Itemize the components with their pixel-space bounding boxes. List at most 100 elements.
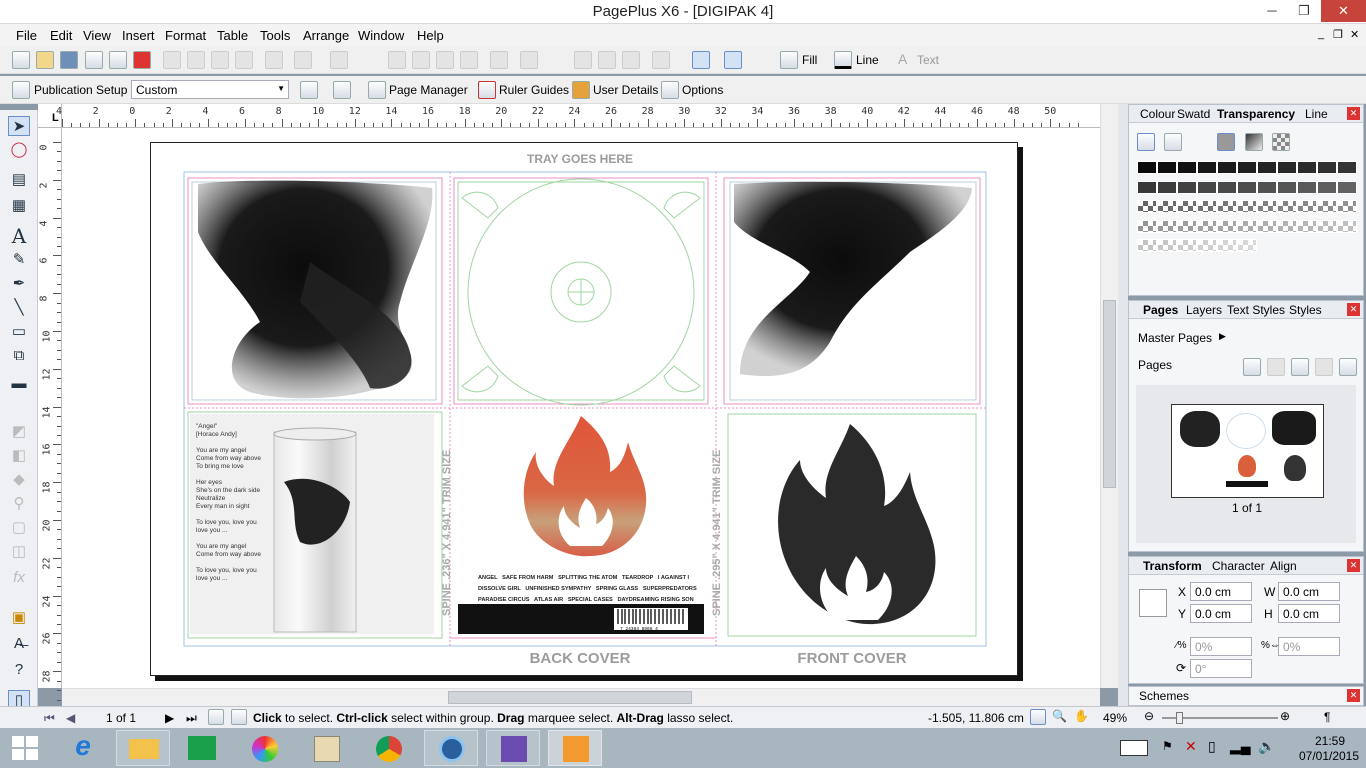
tab-align[interactable]: Align [1270,559,1297,573]
keyboard-icon[interactable] [1120,740,1148,756]
text-tool-icon[interactable]: A [8,226,30,246]
transparency-swatch[interactable] [1157,239,1177,252]
zoom-in-icon[interactable]: ⊕ [1280,709,1290,723]
volume-icon[interactable]: 🔈 [1258,738,1275,755]
vertical-ruler[interactable]: 0 2 4 6 8 10 12 14 16 18 20 22 24 26 28 [38,128,62,701]
photo-app-icon[interactable] [238,730,292,766]
redo-icon[interactable] [330,51,348,69]
picture-tool-icon[interactable]: ▬ [8,374,30,394]
send-back-icon[interactable] [460,51,478,69]
tab-layers[interactable]: Layers [1186,303,1222,317]
doc-restore-button[interactable]: ❐ [1333,28,1343,41]
movie-maker-icon[interactable] [486,730,540,766]
user-details-button[interactable]: User Details [593,83,658,97]
transparency-swatch[interactable] [1297,219,1317,233]
transparency-swatch[interactable] [1317,180,1337,194]
page-thumbnail[interactable] [1171,404,1324,498]
tab-colour[interactable]: Colour [1140,107,1175,121]
vertical-scroll-thumb[interactable] [1103,300,1116,488]
3d-tool-icon[interactable]: ◫ [8,542,30,562]
next-page-icon[interactable]: ▶ [165,711,174,725]
close-icon[interactable]: ✕ [1347,559,1360,572]
gradient-transparency-icon[interactable] [1245,133,1263,151]
envelope-tool-icon[interactable]: ⚲ [8,494,30,514]
horizontal-scroll-thumb[interactable] [448,691,692,704]
network-warning-icon[interactable]: ✕ [1185,738,1197,755]
transparency-swatch[interactable] [1297,180,1317,194]
tab-transparency[interactable]: Transparency [1217,107,1295,121]
page-indicator[interactable]: 1 of 1 [106,711,136,725]
tab-pages[interactable]: Pages [1143,303,1178,317]
clock-date[interactable]: 07/01/2015 [1294,749,1364,763]
replicate-icon[interactable] [652,51,670,69]
menu-window[interactable]: Window [358,28,404,43]
zoom-fit-icon[interactable] [1030,709,1046,725]
transparency-swatch[interactable] [1197,180,1217,194]
fx-tool-icon[interactable]: fx [8,568,30,588]
transparency-swatch[interactable] [1257,219,1277,233]
tab-transform[interactable]: Transform [1143,559,1202,573]
paste-icon[interactable] [211,51,229,69]
user-details-icon[interactable] [572,81,590,99]
table-tool-icon[interactable]: ▦ [8,196,30,216]
transparency-swatch[interactable] [1157,200,1177,213]
line-label[interactable]: Line [856,53,879,67]
connector-tool-icon[interactable]: ⧉ [8,346,30,366]
menu-arrange[interactable]: Arrange [303,28,349,43]
close-icon[interactable]: ✕ [1347,107,1360,120]
align-icon[interactable] [520,51,538,69]
line-tool-icon[interactable]: ╲ [8,298,30,318]
transparency-swatch[interactable] [1277,180,1297,194]
transparency-swatch[interactable] [1217,180,1237,194]
fill-icon[interactable] [780,51,798,69]
rotate-field[interactable]: 0° [1190,659,1252,678]
transparency-swatch[interactable] [1157,161,1177,174]
publication-setup-button[interactable]: Publication Setup [34,83,127,97]
help-tool-icon[interactable]: ? [8,660,30,680]
cut-icon[interactable] [163,51,181,69]
transparency-swatch[interactable] [1237,200,1257,213]
page-manager-panel-icon[interactable] [1339,358,1357,376]
media-app-icon[interactable] [424,730,478,766]
delete-icon[interactable] [265,51,283,69]
schemes-label[interactable]: Schemes [1139,689,1189,703]
transparency-swatch[interactable] [1157,219,1177,233]
transparency-swatch[interactable] [1277,200,1297,213]
publication-setup-icon[interactable] [12,81,30,99]
x-field[interactable]: 0.0 cm [1190,582,1252,601]
transparency-swatch[interactable] [1337,219,1357,233]
shadow-tool-icon[interactable]: ◧ [8,446,30,466]
shape-tool-icon[interactable]: ▭ [8,322,30,342]
transparency-swatch[interactable] [1237,219,1257,233]
fill-transparency-icon[interactable] [1137,133,1155,151]
master-pages-label[interactable]: Master Pages [1138,331,1212,345]
tab-swatch[interactable]: Swatd [1177,107,1210,121]
transparency-swatch[interactable] [1257,200,1277,213]
transparency-swatch[interactable] [1297,161,1317,174]
zoom-out-icon[interactable]: ⊖ [1144,709,1154,723]
add-page-icon[interactable] [1243,358,1261,376]
tab-text-styles[interactable]: Text Styles [1227,303,1285,317]
transparency-swatch[interactable] [1237,161,1257,174]
chrome-icon[interactable] [362,730,416,766]
page-manager-button[interactable]: Page Manager [389,83,468,97]
options-icon[interactable] [661,81,679,99]
transparency-swatch[interactable] [1297,200,1317,213]
transparency-swatch[interactable] [1137,180,1157,194]
transparency-swatch[interactable] [1177,161,1197,174]
tab-styles[interactable]: Styles [1289,303,1322,317]
transparency-swatch-grid[interactable] [1137,161,1357,259]
zoom-level[interactable]: 49% [1103,711,1127,725]
minimize-button[interactable]: ─ [1256,0,1288,22]
pointer-tool-icon[interactable]: ➤ [8,116,30,136]
panel-splitter[interactable] [1118,104,1128,706]
gallery-tool-icon[interactable]: ▣ [8,608,30,628]
transparency-swatch[interactable] [1197,161,1217,174]
w-field[interactable]: 0.0 cm [1278,582,1340,601]
transparency-swatch[interactable] [1277,219,1297,233]
back-one-icon[interactable] [436,51,454,69]
store-icon[interactable] [176,730,230,766]
clock-time[interactable]: 21:59 [1300,734,1360,748]
undo-icon[interactable] [294,51,312,69]
print-preview-icon[interactable] [109,51,127,69]
